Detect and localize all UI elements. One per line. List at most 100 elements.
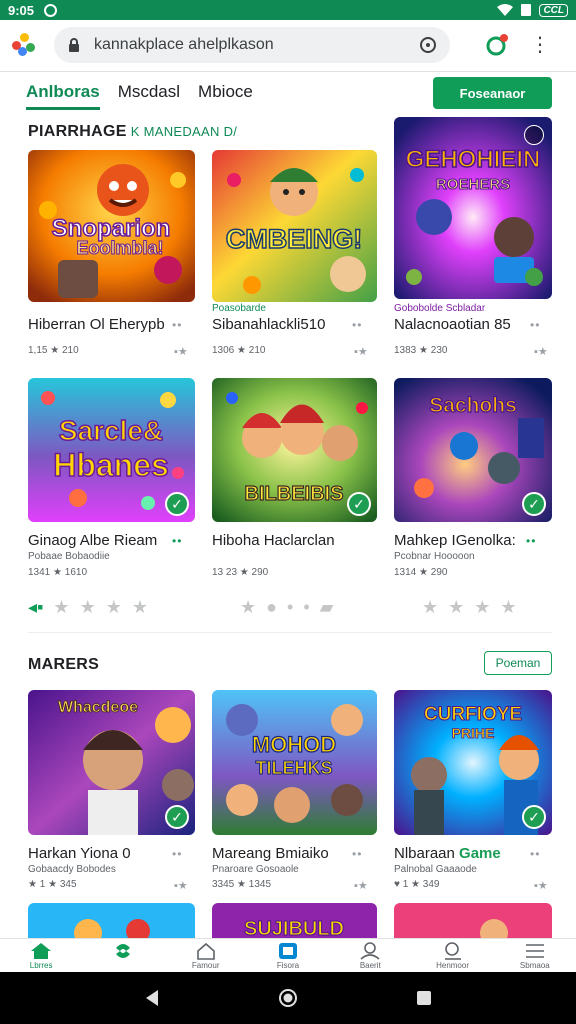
game-tile[interactable]: MOHOD TILEHKS — [212, 690, 377, 835]
game-tile[interactable]: CURFIOYE PRIHE ✓ — [394, 690, 552, 835]
app-developer: Pobaae Bobaodiie — [28, 551, 110, 562]
game-tile[interactable] — [28, 903, 195, 938]
nav-search[interactable]: Henmoor — [411, 939, 493, 972]
status-time: 9:05 — [8, 2, 35, 18]
section-title: MARERS — [28, 656, 100, 673]
app-meta: 1314 ★ 290 — [394, 567, 448, 578]
app-developer: Pcobnar Hooooon — [394, 551, 475, 562]
rating-stars[interactable]: ◂▪ ★ ★ ★ ★ — [28, 597, 148, 618]
rating-icon: ▪★ — [354, 880, 368, 892]
game-art-image: SUJIBULD — [212, 903, 377, 938]
address-bar[interactable]: kannakplace ahelplkason — [54, 27, 450, 63]
more-options-icon[interactable]: •• — [352, 318, 362, 332]
app-name[interactable]: Mareang Bmiaiko — [212, 845, 329, 862]
game-tile[interactable] — [394, 903, 552, 938]
cell-signal-icon — [521, 4, 532, 16]
game-tile[interactable]: BILBEIBIS ✓ — [212, 378, 377, 522]
game-art-image: MOHOD TILEHKS — [212, 690, 377, 835]
nav-apps[interactable]: Fisora — [247, 939, 329, 972]
more-options-icon[interactable]: •• — [172, 847, 182, 861]
tab-mscdasl[interactable]: Mscdasl — [118, 78, 180, 110]
app-name[interactable]: Mahkep IGenolka: — [394, 532, 516, 549]
rating-stars[interactable]: ★ ★ ★ ★ — [422, 597, 517, 618]
tile-subtitle: PRIHE — [452, 725, 495, 741]
tile-title: SUJIBULD — [244, 918, 344, 938]
save-icon[interactable] — [524, 125, 544, 145]
game-tile[interactable]: SUJIBULD — [212, 903, 377, 938]
tile-title: BILBEIBIS — [245, 483, 344, 505]
rating-icon: ▪★ — [174, 346, 188, 358]
back-icon[interactable] — [144, 989, 160, 1007]
star-icon[interactable]: ★ — [106, 597, 122, 618]
app-name[interactable]: Sibanahlackli510 — [212, 316, 325, 333]
star-icon[interactable]: ★ — [474, 597, 490, 618]
app-name[interactable]: Ginaog Albe Rieam — [28, 532, 157, 549]
star-icon[interactable]: • — [287, 597, 293, 618]
app-name[interactable]: Harkan Yiona 0 — [28, 845, 131, 862]
star-icon[interactable]: ★ — [448, 597, 464, 618]
star-icon[interactable]: ● — [266, 597, 277, 618]
recents-icon[interactable] — [416, 990, 432, 1006]
rating-icon: ▪★ — [174, 880, 188, 892]
app-name[interactable]: Hiberran Ol Eherypb — [28, 316, 165, 333]
tab-mbioce[interactable]: Mbioce — [198, 78, 253, 110]
tile-title: CURFIOYE — [424, 704, 522, 725]
wifi-icon — [497, 4, 514, 16]
game-tile[interactable]: Sachohs ✓ — [394, 378, 552, 522]
more-options-icon[interactable]: •• — [172, 318, 182, 332]
star-icon[interactable]: ★ — [500, 597, 516, 618]
nav-menu[interactable]: Sbmaoa — [494, 939, 576, 972]
star-icon[interactable]: ★ — [132, 597, 148, 618]
game-tile[interactable]: Snoparion Eoolmbla! — [28, 150, 195, 302]
section-title: PIARRHAGE K MANEDAAN D/ — [28, 123, 237, 141]
star-icon[interactable]: ★ — [53, 597, 69, 618]
game-tile[interactable]: GEHOHIEIN ROEHERS — [394, 117, 552, 299]
game-tile[interactable]: Sarcle& Hbanes ✓ — [28, 378, 195, 522]
nav-games[interactable] — [82, 939, 164, 972]
nav-store[interactable]: Famour — [165, 939, 247, 972]
more-options-icon[interactable]: •• — [352, 847, 362, 861]
chat-icon[interactable]: ▰ — [320, 597, 334, 618]
more-options-icon[interactable]: •• — [530, 847, 540, 861]
more-options-icon[interactable]: •• — [526, 534, 536, 548]
rating-stars[interactable]: ★ ● • • ▰ — [240, 597, 333, 618]
tile-title: CMBEING! — [226, 224, 363, 254]
app-name[interactable]: Nalacnoaotian 85 — [394, 316, 511, 333]
app-meta: 3345 ★ 1345 — [212, 879, 272, 890]
installed-check-icon: ✓ — [165, 805, 189, 829]
more-menu-icon[interactable]: ⋮ — [530, 35, 550, 55]
nav-label: Baerit — [359, 961, 381, 970]
lens-icon[interactable] — [420, 37, 436, 53]
star-icon[interactable]: ★ — [422, 597, 438, 618]
nav-home[interactable]: Lbrres — [0, 939, 82, 972]
app-meta: ♥ 1 ★ 349 — [394, 879, 440, 890]
app-name[interactable]: Hiboha Haclarclan — [212, 532, 335, 549]
apps-icon — [278, 943, 297, 959]
more-options-icon[interactable]: •• — [530, 318, 540, 332]
nav-profile[interactable]: Baerit — [329, 939, 411, 972]
more-options-icon[interactable]: •• — [172, 534, 182, 548]
notification-icon — [44, 3, 58, 17]
toolbar-divider — [0, 71, 576, 72]
tab-anlboras[interactable]: Anlboras — [26, 78, 100, 110]
url-text[interactable]: kannakplace ahelplkason — [94, 36, 420, 54]
star-icon[interactable]: • — [303, 597, 309, 618]
tile-title: MOHOD — [252, 732, 336, 757]
see-more-button[interactable]: Poeman — [484, 651, 552, 675]
game-tile[interactable]: Whacdeoe ✓ — [28, 690, 195, 835]
home-button-icon[interactable] — [278, 988, 298, 1008]
app-meta: ★ 1 ★ 345 — [28, 879, 77, 890]
tile-title: Sachohs — [429, 394, 517, 417]
tile-title: Sarcle& — [59, 415, 163, 446]
star-icon[interactable]: ★ — [80, 597, 96, 618]
browser-logo-icon[interactable] — [12, 33, 36, 57]
game-tile[interactable]: CMBEING! — [212, 150, 377, 302]
volume-icon[interactable]: ◂▪ — [28, 597, 43, 618]
app-name[interactable]: Nlbaraan Game — [394, 845, 501, 862]
tile-subtitle: Hbanes — [53, 447, 169, 483]
tile-subtitle: ROEHERS — [436, 176, 510, 193]
game-art-image — [28, 903, 195, 938]
star-icon[interactable]: ★ — [240, 597, 256, 618]
extension-icon[interactable] — [484, 32, 510, 58]
primary-action-button[interactable]: Foseanaor — [433, 77, 552, 109]
